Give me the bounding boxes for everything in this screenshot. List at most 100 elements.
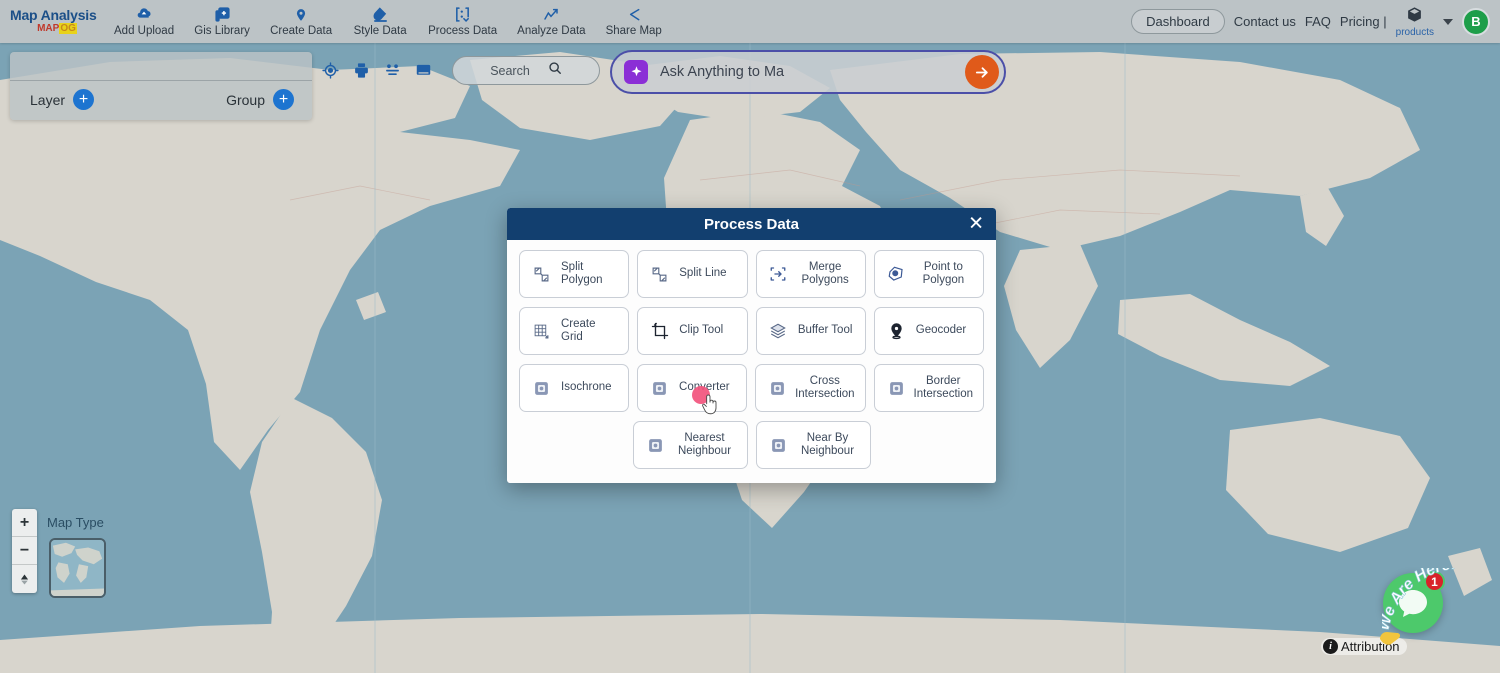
- brand-title: Map Analysis: [10, 8, 104, 23]
- nav-tool-label: Style Data: [354, 25, 407, 37]
- tool-card-near-by-neighbour[interactable]: Near By Neighbour: [756, 421, 871, 469]
- map-toolbar: Search: [322, 56, 600, 85]
- layer-label: Layer: [30, 92, 65, 108]
- merge-polygons-icon: [769, 265, 788, 283]
- zoom-out-button[interactable]: −: [12, 537, 37, 565]
- add-layer-button[interactable]: +: [73, 89, 94, 110]
- tool-card-label: Near By Neighbour: [796, 432, 864, 458]
- tool-card-label: Nearest Neighbour: [673, 432, 741, 458]
- tool-card-merge-polygons[interactable]: Merge Polygons: [756, 250, 866, 298]
- nav-tool-analyze-data[interactable]: Analyze Data: [507, 5, 595, 38]
- nav-tool-gis-library[interactable]: Gis Library: [184, 5, 260, 38]
- nav-tool-share-map[interactable]: Share Map: [596, 5, 672, 38]
- layers-library-icon: [214, 6, 231, 23]
- close-icon[interactable]: ✕: [968, 215, 984, 234]
- ask-anything-input[interactable]: [648, 64, 965, 80]
- tool-card-label: Cross Intersection: [795, 375, 858, 401]
- nav-tool-add-upload[interactable]: Add Upload: [104, 5, 184, 38]
- tool-card-converter[interactable]: Converter: [637, 364, 747, 412]
- nav-tool-style-data[interactable]: Style Data: [342, 5, 418, 38]
- search-box[interactable]: Search: [452, 56, 600, 85]
- tool-card-label: Geocoder: [914, 324, 977, 337]
- point-to-polygon-icon: [887, 265, 906, 283]
- nav-tool-label: Add Upload: [114, 25, 174, 37]
- info-icon: i: [1323, 639, 1338, 654]
- print-icon[interactable]: [353, 62, 370, 79]
- brand-sub-accent: OG: [59, 23, 77, 34]
- tool-card-label: Create Grid: [559, 318, 622, 344]
- tool-card-label: Point to Polygon: [914, 261, 977, 287]
- nav-tool-label: Create Data: [270, 25, 332, 37]
- link-pricing[interactable]: Pricing |: [1340, 14, 1387, 29]
- tool-card-geocoder[interactable]: Geocoder: [874, 307, 984, 355]
- add-group-button[interactable]: +: [273, 89, 294, 110]
- geocoder-pin-icon: [887, 322, 906, 340]
- tool-card-nearest-neighbour[interactable]: Nearest Neighbour: [633, 421, 748, 469]
- brand-logo[interactable]: Map Analysis MAPOG: [0, 8, 104, 34]
- tool-row: Create Grid Clip Tool Buffer Tool Geocod…: [519, 307, 984, 355]
- ai-sparkle-icon[interactable]: [624, 60, 648, 84]
- split-line-icon: [650, 266, 669, 283]
- nav-tool-label: Process Data: [428, 25, 497, 37]
- zoom-in-button[interactable]: +: [12, 509, 37, 537]
- locate-target-icon[interactable]: [322, 62, 339, 79]
- tool-row: Isochrone Converter Cross Intersection B…: [519, 364, 984, 412]
- measure-icon[interactable]: [384, 62, 401, 79]
- map-type-label: Map Type: [47, 515, 104, 530]
- nav-tool-label: Analyze Data: [517, 25, 585, 37]
- crop-icon: [650, 322, 669, 340]
- chat-unread-badge: 1: [1424, 571, 1445, 592]
- arrow-right-icon[interactable]: [965, 55, 999, 89]
- tool-card-split-line[interactable]: Split Line: [637, 250, 747, 298]
- process-brackets-icon: [454, 6, 471, 23]
- analyze-chart-icon: [542, 6, 560, 23]
- add-group-control[interactable]: Group +: [226, 89, 294, 110]
- layer-panel-actions: Layer + Group +: [10, 81, 312, 120]
- tool-card-border-intersection[interactable]: Border Intersection: [874, 364, 984, 412]
- chat-icon: [1397, 588, 1429, 618]
- layer-panel-list-area[interactable]: [10, 52, 312, 81]
- map-pin-icon: [294, 6, 308, 23]
- hand-cursor-icon: [700, 392, 720, 423]
- search-icon[interactable]: [548, 61, 562, 80]
- tool-card-label: Split Line: [677, 267, 740, 280]
- ask-anything-bar[interactable]: [610, 50, 1006, 94]
- tool-card-label: Clip Tool: [677, 324, 740, 337]
- link-contact-us[interactable]: Contact us: [1234, 14, 1296, 29]
- products-menu[interactable]: products: [1396, 6, 1434, 38]
- converter-icon: [650, 380, 669, 397]
- legend-icon[interactable]: [415, 62, 432, 79]
- tool-card-split-polygon[interactable]: Split Polygon: [519, 250, 629, 298]
- layer-panel: Layer + Group +: [10, 52, 312, 120]
- nav-tool-create-data[interactable]: Create Data: [260, 5, 342, 38]
- products-label: products: [1396, 28, 1434, 38]
- link-faq[interactable]: FAQ: [1305, 14, 1331, 29]
- create-grid-icon: [532, 323, 551, 340]
- cross-intersection-icon: [768, 380, 787, 397]
- tool-card-buffer-tool[interactable]: Buffer Tool: [756, 307, 866, 355]
- compass-north-button[interactable]: [12, 565, 37, 593]
- brand-subtitle: MAPOG: [10, 24, 104, 35]
- nav-tool-label: Share Map: [606, 25, 662, 37]
- chat-widget[interactable]: 1: [1383, 573, 1443, 633]
- chevron-down-icon[interactable]: [1443, 19, 1453, 25]
- map-type-thumbnail[interactable]: [49, 538, 106, 598]
- map-type-preview-graphic: [51, 540, 104, 596]
- tool-row: Split Polygon Split Line Merge Polygons …: [519, 250, 984, 298]
- add-layer-control[interactable]: Layer +: [30, 89, 94, 110]
- tool-card-isochrone[interactable]: Isochrone: [519, 364, 629, 412]
- nav-tool-process-data[interactable]: Process Data: [418, 5, 507, 38]
- dashboard-button[interactable]: Dashboard: [1131, 9, 1225, 34]
- header-tool-nav: Add Upload Gis Library Create Data Style…: [104, 5, 672, 38]
- avatar[interactable]: B: [1462, 8, 1490, 36]
- tool-card-cross-intersection[interactable]: Cross Intersection: [755, 364, 865, 412]
- cloud-upload-icon: [135, 6, 153, 23]
- chat-bubble-button[interactable]: 1: [1383, 573, 1443, 633]
- nav-tool-label: Gis Library: [194, 25, 250, 37]
- tool-card-create-grid[interactable]: Create Grid: [519, 307, 629, 355]
- tool-card-label: Border Intersection: [914, 375, 977, 401]
- app-header: Map Analysis MAPOG Add Upload Gis Librar…: [0, 0, 1500, 43]
- tool-card-point-to-polygon[interactable]: Point to Polygon: [874, 250, 984, 298]
- search-placeholder: Search: [490, 64, 530, 78]
- tool-card-clip-tool[interactable]: Clip Tool: [637, 307, 747, 355]
